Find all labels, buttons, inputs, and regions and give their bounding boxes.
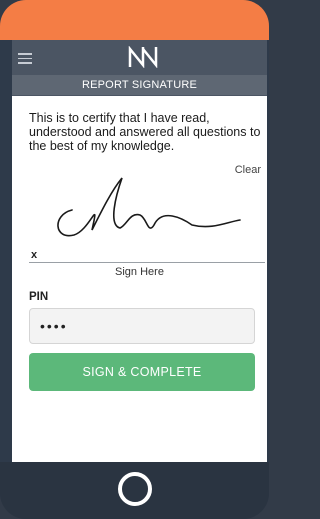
signature-pad[interactable]	[12, 170, 267, 240]
pin-input[interactable]	[29, 308, 255, 344]
sign-here-label: Sign Here	[115, 266, 164, 278]
phone-side-bezel	[0, 40, 12, 462]
signature-x-mark: x	[31, 249, 38, 261]
signature-stroke	[57, 177, 241, 237]
pin-label: PIN	[29, 291, 49, 303]
page-title: REPORT SIGNATURE	[12, 75, 267, 95]
signature-line	[29, 262, 265, 263]
phone-top-bezel	[0, 0, 269, 40]
logo-icon	[128, 46, 158, 68]
hamburger-menu-icon[interactable]	[18, 53, 32, 64]
certification-statement: This is to certify that I have read, und…	[29, 111, 261, 153]
app-header: REPORT SIGNATURE	[12, 40, 267, 96]
sign-complete-button[interactable]: SIGN & COMPLETE	[29, 353, 255, 391]
phone-frame: REPORT SIGNATURE This is to certify that…	[0, 0, 269, 519]
home-circle-icon[interactable]	[118, 472, 152, 506]
app-screen: REPORT SIGNATURE This is to certify that…	[12, 40, 267, 462]
